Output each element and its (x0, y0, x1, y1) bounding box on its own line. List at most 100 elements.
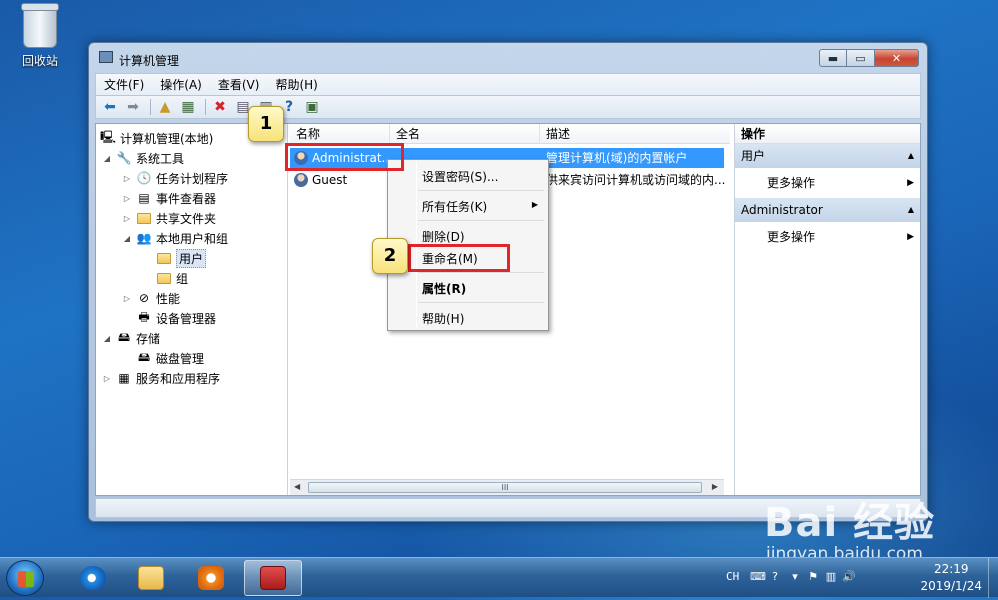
menu-action[interactable]: 操作(A) (152, 76, 210, 93)
system-tray: CH ⌨ ? ▾ ⚑ ▥ 🔊 22:19 2019/1/24 (726, 558, 998, 598)
recycle-bin-icon (21, 3, 59, 48)
tree-item-task-scheduler[interactable]: ▷ 🕓 任务计划程序 (122, 168, 228, 188)
tree-item-local-users-groups[interactable]: ◢ 👥 本地用户和组 (122, 228, 228, 248)
tree-item-label: 存储 (136, 331, 161, 346)
expand-arrow-icon[interactable]: ▷ (122, 174, 132, 183)
collapse-icon[interactable]: ▲ (908, 144, 914, 168)
expand-arrow-icon[interactable]: ▷ (122, 194, 132, 203)
folder-icon (156, 250, 172, 266)
toolbar-separator (205, 99, 206, 115)
taskbar-media-player[interactable] (182, 560, 240, 596)
actions-header: 操作 (735, 124, 920, 144)
collapse-arrow-icon[interactable]: ◢ (122, 234, 132, 243)
tree-item-label: 服务和应用程序 (136, 371, 221, 386)
action-label: 更多操作 (767, 230, 816, 244)
help-icon[interactable]: ? (768, 570, 782, 584)
up-folder-icon[interactable]: ▲ (155, 98, 175, 116)
tree-item-performance[interactable]: ▷ ⊘ 性能 (122, 288, 180, 308)
menu-file[interactable]: 文件(F) (96, 76, 152, 93)
volume-icon[interactable]: 🔊 (842, 570, 856, 584)
menu-view[interactable]: 查看(V) (210, 76, 268, 93)
tree-item-services-apps[interactable]: ▷ ▦ 服务和应用程序 (102, 368, 220, 388)
scroll-thumb[interactable]: III (308, 482, 702, 493)
tree-item-event-viewer[interactable]: ▷ ▤ 事件查看器 (122, 188, 216, 208)
clock-date: 2019/1/24 (920, 579, 982, 593)
tree-item-label: 磁盘管理 (156, 351, 205, 366)
event-viewer-icon: ▤ (138, 191, 150, 205)
start-button[interactable] (6, 560, 44, 596)
taskbar-internet-explorer[interactable] (64, 560, 122, 596)
collapse-icon[interactable]: ▲ (908, 198, 914, 222)
column-header-fullname[interactable]: 全名 (390, 124, 540, 144)
forward-icon[interactable]: ➡ (123, 98, 143, 116)
taskbar-computer-management[interactable] (244, 560, 302, 596)
recycle-bin-shortcut[interactable]: 回收站 (12, 3, 68, 69)
more-actions-administrator[interactable]: 更多操作 ▶ (735, 222, 920, 252)
column-header-description[interactable]: 描述 (540, 124, 730, 144)
tree-item-device-manager[interactable]: 🖶 设备管理器 (136, 308, 216, 328)
tree-item-label: 系统工具 (136, 151, 185, 166)
title-bar[interactable]: 计算机管理 ▬ ▭ ✕ (89, 43, 927, 71)
list-header: 名称 全名 描述 (290, 124, 730, 144)
submenu-arrow-icon: ▶ (531, 200, 538, 209)
more-actions-users[interactable]: 更多操作 ▶ (735, 168, 920, 198)
user-disabled-icon (294, 173, 308, 187)
tree-item-disk-management[interactable]: 🖴 磁盘管理 (136, 348, 204, 368)
show-desktop-button[interactable] (988, 558, 998, 598)
highlight-box-administrator (285, 143, 404, 171)
close-button[interactable]: ✕ (875, 49, 919, 67)
show-hidden-icons-icon[interactable]: ▾ (788, 570, 802, 584)
menu-separator (418, 302, 544, 303)
menu-set-password[interactable]: 设置密码(S)... (422, 168, 498, 185)
menu-help[interactable]: 帮助(H) (422, 310, 464, 327)
tree-item-shared-folders[interactable]: ▷ 共享文件夹 (122, 208, 216, 228)
menu-help[interactable]: 帮助(H) (267, 76, 325, 93)
step-badge-1: 1 (248, 106, 284, 142)
action-center-icon[interactable]: ⚑ (806, 570, 820, 584)
taskbar-explorer[interactable] (122, 560, 180, 596)
scroll-left-icon[interactable]: ◀ (294, 482, 300, 491)
expand-arrow-icon[interactable]: ▷ (102, 374, 112, 383)
action-label: 更多操作 (767, 176, 816, 190)
clock-icon: 🕓 (136, 171, 152, 185)
collapse-arrow-icon[interactable]: ◢ (102, 334, 112, 343)
horizontal-scrollbar[interactable]: ◀ III ▶ (290, 479, 724, 495)
performance-icon: ⊘ (138, 291, 150, 305)
expand-arrow-icon[interactable]: ▷ (122, 294, 132, 303)
keyboard-icon[interactable]: ⌨ (750, 570, 766, 584)
tree-item-users[interactable]: 用户 (156, 248, 207, 268)
delete-icon[interactable]: ✖ (210, 98, 230, 116)
toolbar-separator (150, 99, 151, 115)
tree-item-storage[interactable]: ◢ 🖴 存储 (102, 328, 160, 348)
menu-all-tasks[interactable]: 所有任务(K) (422, 198, 487, 215)
expand-arrow-icon[interactable]: ▷ (122, 214, 132, 223)
submenu-arrow-icon: ▶ (907, 232, 914, 242)
show-hide-action-pane-icon[interactable]: ▣ (302, 98, 322, 116)
internet-explorer-icon (80, 566, 106, 590)
shared-folder-icon (136, 210, 152, 226)
maximize-button[interactable]: ▭ (847, 49, 875, 67)
network-icon[interactable]: ▥ (824, 570, 838, 584)
back-icon[interactable]: ⬅ (100, 98, 120, 116)
actions-section-users[interactable]: 用户 ▲ (735, 144, 920, 168)
disk-icon: 🖴 (137, 349, 151, 364)
menu-bar: 文件(F) 操作(A) 查看(V) 帮助(H) (95, 73, 921, 95)
scroll-right-icon[interactable]: ▶ (712, 482, 718, 491)
users-group-icon: 👥 (136, 231, 152, 245)
minimize-button[interactable]: ▬ (819, 49, 847, 67)
computer-management-icon (99, 51, 113, 63)
menu-properties[interactable]: 属性(R) (422, 280, 466, 297)
show-hide-tree-icon[interactable]: ▦ (178, 98, 198, 116)
collapse-arrow-icon[interactable]: ◢ (102, 154, 112, 163)
menu-delete[interactable]: 删除(D) (422, 228, 465, 245)
cell-name: Guest (294, 170, 390, 190)
actions-section-administrator[interactable]: Administrator ▲ (735, 198, 920, 222)
tree-item-root[interactable]: 🖳 计算机管理(本地) (100, 128, 213, 148)
language-indicator[interactable]: CH (726, 570, 739, 583)
tree-item-system-tools[interactable]: ◢ 🔧 系统工具 (102, 148, 184, 168)
tree-item-groups[interactable]: 组 (156, 268, 188, 288)
recycle-bin-label: 回收站 (21, 54, 58, 68)
clock[interactable]: 22:19 2019/1/24 (920, 561, 982, 595)
column-header-name[interactable]: 名称 (290, 124, 390, 144)
submenu-arrow-icon: ▶ (907, 178, 914, 188)
